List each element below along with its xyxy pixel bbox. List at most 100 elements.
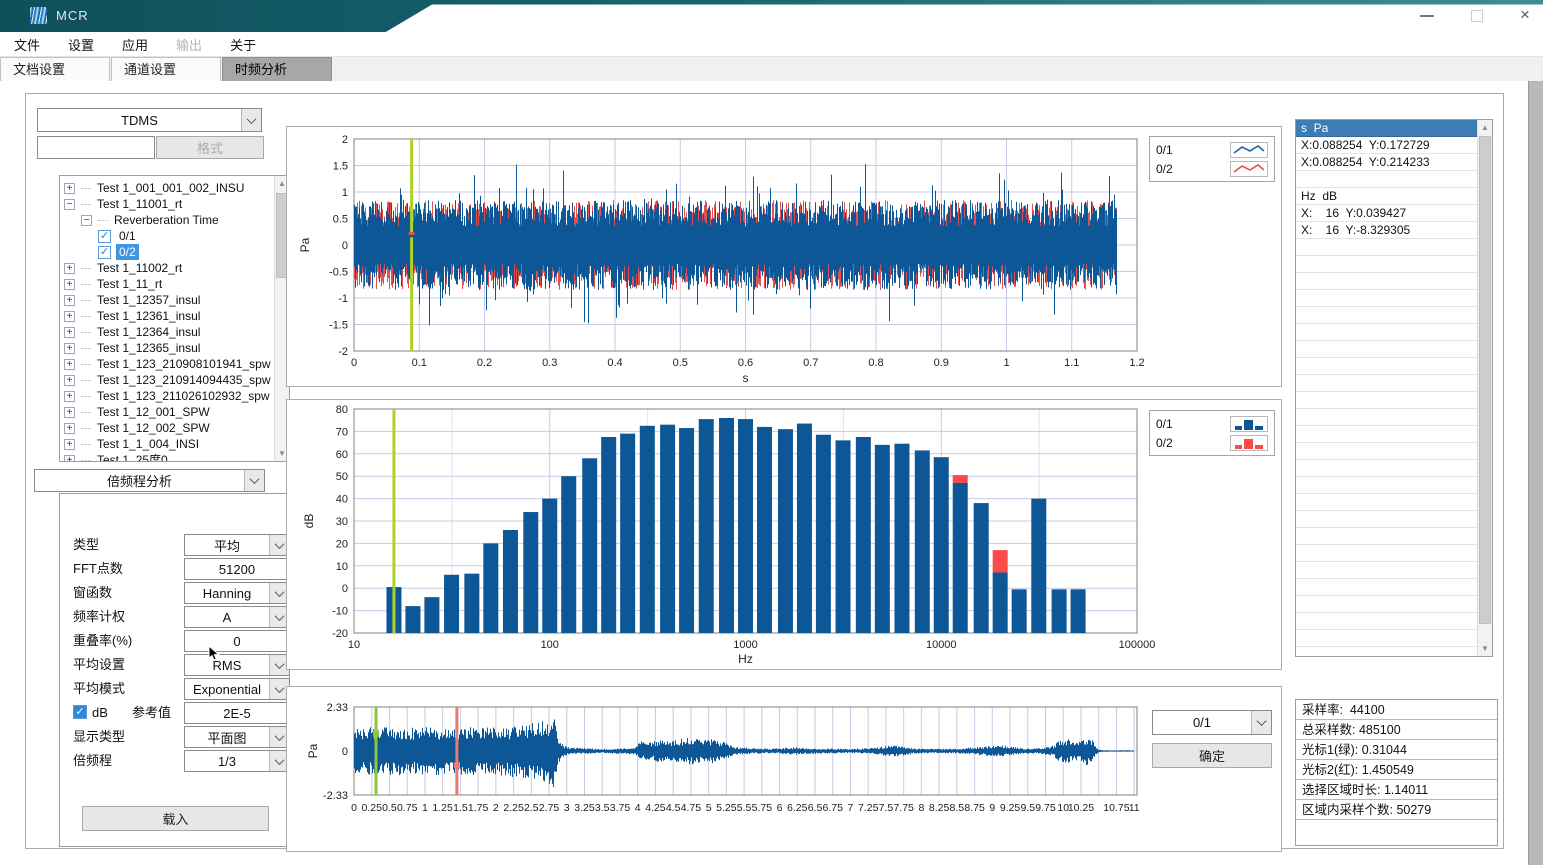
readout-row[interactable]	[1296, 528, 1477, 545]
tree-item[interactable]: +Test 1_12365_insul	[64, 340, 273, 356]
format-button[interactable]: 格式	[156, 136, 264, 159]
expand-icon[interactable]: +	[64, 279, 75, 290]
expand-icon[interactable]: +	[64, 359, 75, 370]
readout-row[interactable]	[1296, 477, 1477, 494]
field-select[interactable]: Hanning	[184, 582, 290, 604]
channel-checkbox[interactable]: ✓	[98, 246, 111, 259]
reference-value-input[interactable]: 2E-5	[184, 702, 290, 724]
maximize-button[interactable]	[1462, 6, 1492, 26]
readout-row[interactable]	[1296, 256, 1477, 273]
menu-item-settings[interactable]: 设置	[54, 32, 108, 57]
tree-item[interactable]: ✓0/1	[64, 228, 273, 244]
readout-row[interactable]	[1296, 426, 1477, 443]
readout-row[interactable]	[1296, 375, 1477, 392]
readout-row[interactable]	[1296, 630, 1477, 647]
readout-header[interactable]: s Pa	[1296, 120, 1477, 137]
tree-item[interactable]: +Test 1_12_001_SPW	[64, 404, 273, 420]
tree-item[interactable]: +Test 1_001_001_002_INSU	[64, 180, 273, 196]
tree-item[interactable]: +Test 1_25度0	[64, 452, 273, 462]
field-select[interactable]: A	[184, 606, 290, 628]
field-select[interactable]: RMS	[184, 654, 290, 676]
scroll-up-icon[interactable]: ▲	[1478, 120, 1492, 135]
readout-row[interactable]	[1296, 307, 1477, 324]
tree-item[interactable]: +Test 1_12361_insul	[64, 308, 273, 324]
legend-item[interactable]: 0/1	[1156, 414, 1268, 433]
confirm-button[interactable]: 确定	[1152, 743, 1272, 768]
expand-icon[interactable]: +	[64, 455, 75, 463]
file-format-combo[interactable]: TDMS	[37, 108, 262, 132]
readout-row[interactable]	[1296, 409, 1477, 426]
collapse-icon[interactable]: −	[64, 199, 75, 210]
overview-waveform-chart[interactable]: 2.330-2.3300.250.50.7511.251.51.7522.252…	[287, 687, 1281, 851]
tree-item[interactable]: +Test 1_12357_insul	[64, 292, 273, 308]
tree-item[interactable]: +Test 1_11_rt	[64, 276, 273, 292]
channel-checkbox[interactable]: ✓	[98, 230, 111, 243]
readout-row[interactable]	[1296, 341, 1477, 358]
time-waveform-chart[interactable]: 21.510.50-0.5-1-1.5-200.10.20.30.40.50.6…	[287, 127, 1281, 386]
readout-scrollbar[interactable]: ▲ ▼	[1477, 120, 1492, 656]
readout-row[interactable]	[1296, 358, 1477, 375]
expand-icon[interactable]: +	[64, 311, 75, 322]
field-select[interactable]: 平面图	[184, 726, 290, 748]
readout-row[interactable]	[1296, 290, 1477, 307]
readout-row[interactable]	[1296, 392, 1477, 409]
field-select[interactable]: Exponential	[184, 678, 290, 700]
menu-item-about[interactable]: 关于	[216, 32, 270, 57]
expand-icon[interactable]: +	[64, 407, 75, 418]
tree-item[interactable]: +Test 1_12364_insul	[64, 324, 273, 340]
collapse-icon[interactable]: −	[81, 215, 92, 226]
tree-item[interactable]: +Test 1_123_211026102932_spw	[64, 388, 273, 404]
readout-row[interactable]: Hz dB	[1296, 188, 1477, 205]
readout-row[interactable]	[1296, 460, 1477, 477]
expand-icon[interactable]: +	[64, 327, 75, 338]
expand-icon[interactable]: +	[64, 375, 75, 386]
expand-icon[interactable]: +	[64, 391, 75, 402]
field-select[interactable]: 1/3	[184, 750, 290, 772]
scroll-down-icon[interactable]: ▼	[1478, 641, 1492, 656]
minimize-button[interactable]	[1412, 6, 1442, 26]
octave-spectrum-chart[interactable]: 80706050403020100-10-2010100100010000100…	[287, 400, 1281, 669]
readout-row[interactable]	[1296, 494, 1477, 511]
readout-row[interactable]: X:0.088254 Y:0.172729	[1296, 137, 1477, 154]
readout-row[interactable]	[1296, 239, 1477, 256]
field-select[interactable]: 平均	[184, 534, 290, 556]
tree-item[interactable]: +Test 1_123_210914094435_spw	[64, 372, 273, 388]
tree-item[interactable]: −Test 1_11001_rt	[64, 196, 273, 212]
menu-item-apply[interactable]: 应用	[108, 32, 162, 57]
tab-time-frequency-analysis[interactable]: 时频分析	[222, 57, 332, 81]
load-button[interactable]: 载入	[82, 806, 269, 831]
readout-row[interactable]	[1296, 613, 1477, 630]
close-button[interactable]: ×	[1510, 6, 1540, 26]
tree-item[interactable]: ✓0/2	[64, 244, 273, 260]
channel-select-combo[interactable]: 0/1	[1152, 710, 1272, 735]
tree-item[interactable]: +Test 1_1_004_INSI	[64, 436, 273, 452]
readout-row[interactable]: X: 16 Y:-8.329305	[1296, 222, 1477, 239]
readout-row[interactable]	[1296, 273, 1477, 290]
readout-row[interactable]	[1296, 596, 1477, 613]
tree-item[interactable]: +Test 1_123_210908101941_spw	[64, 356, 273, 372]
readout-row[interactable]	[1296, 443, 1477, 460]
tab-channel-settings[interactable]: 通道设置	[111, 57, 221, 81]
readout-row[interactable]	[1296, 545, 1477, 562]
readout-row[interactable]	[1296, 511, 1477, 528]
readout-row[interactable]: X:0.088254 Y:0.214233	[1296, 154, 1477, 171]
chevron-down-icon[interactable]	[244, 470, 264, 491]
legend-item[interactable]: 0/2	[1156, 159, 1268, 178]
legend-item[interactable]: 0/1	[1156, 140, 1268, 159]
menu-item-output[interactable]: 输出	[162, 32, 216, 57]
chevron-down-icon[interactable]	[241, 109, 261, 131]
expand-icon[interactable]: +	[64, 295, 75, 306]
expand-icon[interactable]: +	[64, 423, 75, 434]
expand-icon[interactable]: +	[64, 183, 75, 194]
tree-item[interactable]: +Test 1_12_002_SPW	[64, 420, 273, 436]
field-input[interactable]: 51200	[184, 558, 290, 580]
readout-row[interactable]	[1296, 171, 1477, 188]
readout-row[interactable]: X: 16 Y:0.039427	[1296, 205, 1477, 222]
filter-input[interactable]	[37, 136, 155, 159]
tree-item[interactable]: −Reverberation Time	[64, 212, 273, 228]
expand-icon[interactable]: +	[64, 263, 75, 274]
tree-item[interactable]: +Test 1_11002_rt	[64, 260, 273, 276]
menu-item-file[interactable]: 文件	[0, 32, 54, 57]
expand-icon[interactable]: +	[64, 343, 75, 354]
legend-item[interactable]: 0/2	[1156, 433, 1268, 452]
